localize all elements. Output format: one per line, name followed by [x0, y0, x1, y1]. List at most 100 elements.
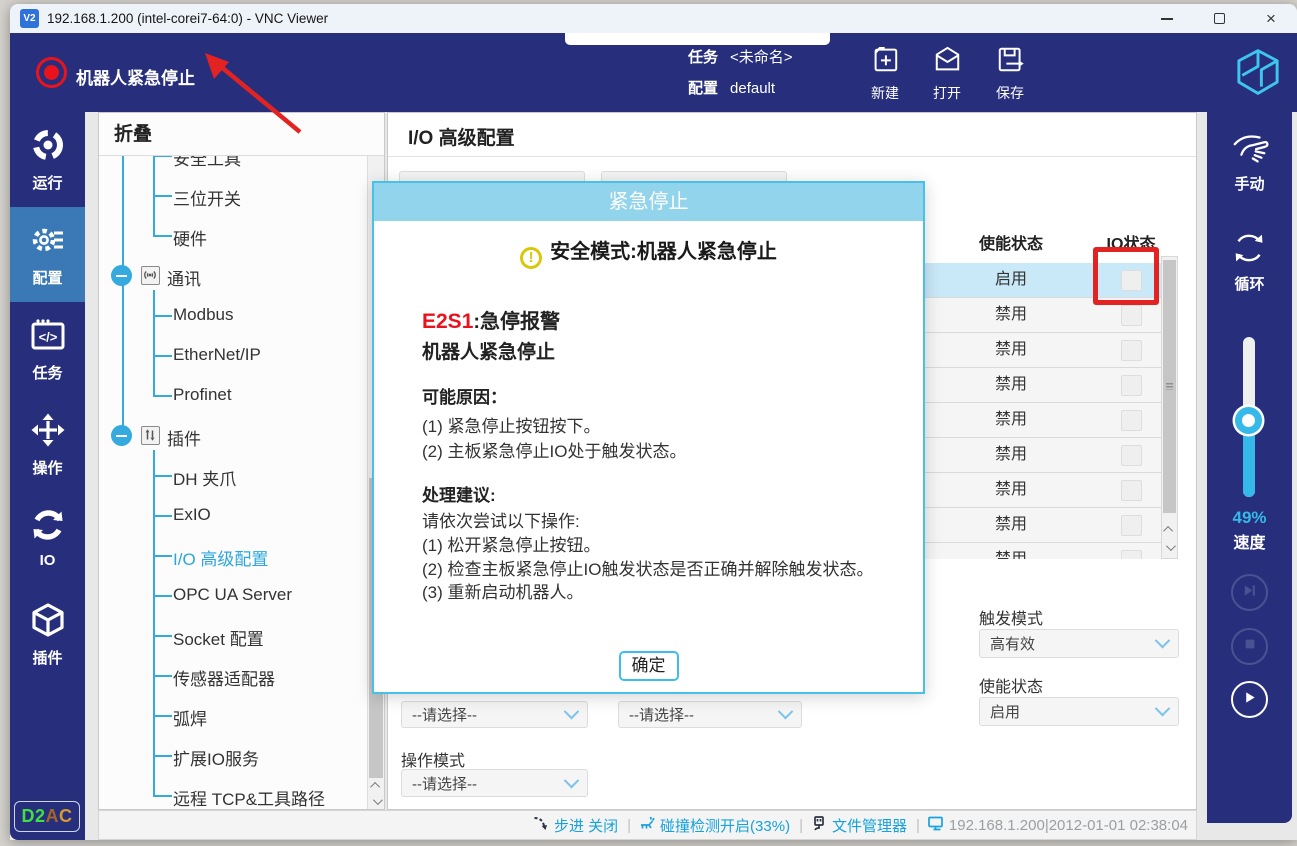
scroll-down-button[interactable]: [368, 793, 384, 809]
task-label: 任务: [688, 49, 718, 66]
minimize-button[interactable]: [1141, 4, 1193, 33]
tree-item-5[interactable]: EtherNet/IP: [99, 336, 366, 376]
io-state-cell: [1101, 263, 1161, 298]
speed-percentage: 49%: [1207, 508, 1292, 528]
io-state-cell: [1101, 508, 1161, 543]
scroll-down-button[interactable]: [1162, 539, 1177, 555]
io-state-checkbox[interactable]: [1121, 340, 1142, 361]
io-state-checkbox[interactable]: [1121, 550, 1142, 559]
collapse-all-button[interactable]: 折叠: [99, 113, 384, 156]
io-state-checkbox[interactable]: [1121, 480, 1142, 501]
collapse-node-icon[interactable]: [111, 265, 132, 286]
dialog-title: 紧急停止: [374, 183, 923, 221]
enable-state-value: 启用: [921, 263, 1101, 297]
io-state-checkbox[interactable]: [1121, 410, 1142, 431]
file-manager-button[interactable]: 文件管理器: [810, 814, 907, 836]
tree-item-label: Modbus: [173, 305, 233, 325]
io-state-cell: [1101, 543, 1161, 559]
trigger-mode-select[interactable]: 高有效: [979, 629, 1179, 658]
open-button[interactable]: 打开: [918, 43, 976, 103]
tree-item-7[interactable]: 插件: [99, 416, 366, 456]
collapse-node-icon[interactable]: [111, 425, 132, 446]
left-nav-sidebar: 运行 配置 </> 任务 操作 IO 插件 D2AC: [10, 112, 85, 840]
tree-item-label: 远程 TCP&工具路径: [173, 785, 325, 810]
tree-item-1[interactable]: 三位开关: [99, 176, 366, 216]
cycle-mode-button[interactable]: 循环: [1207, 230, 1292, 294]
io-state-cell: [1101, 473, 1161, 508]
tree-item-10[interactable]: I/O 高级配置: [99, 536, 366, 576]
sidebar-item-config[interactable]: 配置: [10, 207, 85, 302]
table-scrollbar[interactable]: [1161, 256, 1178, 559]
d2ac-badge[interactable]: D2AC: [14, 801, 80, 832]
operation-mode-select[interactable]: --请选择--: [401, 769, 588, 797]
tree-item-14[interactable]: 弧焊: [99, 696, 366, 736]
separator: |: [916, 817, 920, 834]
ok-button[interactable]: 确定: [619, 651, 679, 681]
robot-app: 机器人紧急停止 任务<未命名> 配置default 新建 打开 保存: [10, 33, 1297, 840]
warning-icon: !: [520, 247, 542, 269]
collision-robot-icon: [638, 814, 660, 836]
advice-item: (2) 检查主板紧急停止IO触发状态是否正确并解除触发状态。: [422, 555, 873, 580]
new-file-icon: [869, 63, 902, 80]
estop-indicator-icon: [36, 57, 67, 88]
tree-item-15[interactable]: 扩展IO服务: [99, 736, 366, 776]
sidebar-item-io[interactable]: IO: [10, 492, 85, 587]
collision-detection-status[interactable]: 碰撞检测开启(33%): [638, 814, 790, 836]
sidebar-item-plugin[interactable]: 插件: [10, 587, 85, 682]
tree-item-13[interactable]: 传感器适配器: [99, 656, 366, 696]
scroll-up-button[interactable]: [1162, 521, 1177, 537]
tree-item-16[interactable]: 远程 TCP&工具路径: [99, 776, 366, 810]
enable-state-value: 禁用: [921, 333, 1101, 367]
tree-item-9[interactable]: ExIO: [99, 496, 366, 536]
open-envelope-icon: [931, 63, 964, 80]
select-placeholder-1[interactable]: --请选择--: [401, 701, 588, 728]
select-placeholder-2[interactable]: --请选择--: [618, 701, 802, 728]
play-button[interactable]: [1231, 681, 1268, 718]
badge-text: C: [59, 806, 73, 826]
scroll-up-button[interactable]: [368, 777, 384, 793]
tree-item-2[interactable]: 硬件: [99, 216, 366, 256]
column-header-enable: 使能状态: [921, 230, 1101, 254]
step-mode-status[interactable]: 步进 关闭: [532, 814, 618, 836]
page-title: I/O 高级配置: [408, 123, 515, 150]
operation-mode-label: 操作模式: [401, 747, 465, 771]
io-state-checkbox[interactable]: [1121, 305, 1142, 326]
enable-state-label: 使能状态: [979, 673, 1043, 697]
titlebar: V2 192.168.1.200 (intel-corei7-64:0) - V…: [10, 4, 1297, 33]
tree-item-3[interactable]: 通讯: [99, 256, 366, 296]
vnc-toolbar-notch[interactable]: [565, 33, 830, 45]
slider-thumb[interactable]: [1235, 407, 1262, 434]
scrollbar-thumb[interactable]: [1163, 260, 1176, 513]
sidebar-item-task[interactable]: </> 任务: [10, 302, 85, 397]
cause-item: (1) 紧急停止按钮按下。: [422, 412, 601, 437]
speed-slider[interactable]: [1243, 337, 1255, 497]
tree-item-8[interactable]: DH 夹爪: [99, 456, 366, 496]
task-code-icon: </>: [30, 340, 66, 357]
enable-state-select[interactable]: 启用: [979, 697, 1179, 726]
io-state-checkbox[interactable]: [1121, 515, 1142, 536]
io-state-checkbox[interactable]: [1121, 445, 1142, 466]
io-state-checkbox[interactable]: [1121, 270, 1142, 291]
tree-item-11[interactable]: OPC UA Server: [99, 576, 366, 616]
maximize-button[interactable]: [1193, 4, 1245, 33]
settings-icon: [30, 245, 66, 262]
manual-mode-button[interactable]: 手动: [1207, 130, 1292, 194]
step-forward-button[interactable]: [1231, 574, 1268, 611]
play-icon: [1242, 690, 1257, 710]
close-button[interactable]: ×: [1245, 4, 1297, 33]
new-button[interactable]: 新建: [856, 43, 914, 103]
network-monitor-icon: [927, 814, 949, 836]
sidebar-item-operate[interactable]: 操作: [10, 397, 85, 492]
io-state-checkbox[interactable]: [1121, 375, 1142, 396]
tree-item-12[interactable]: Socket 配置: [99, 616, 366, 656]
sidebar-item-run[interactable]: 运行: [10, 112, 85, 207]
enable-state-value: 禁用: [921, 473, 1101, 507]
stop-button[interactable]: [1231, 628, 1268, 665]
tree-item-4[interactable]: Modbus: [99, 296, 366, 336]
tree-item-6[interactable]: Profinet: [99, 376, 366, 416]
save-button[interactable]: 保存: [981, 43, 1039, 103]
hand-icon: [1229, 153, 1271, 170]
enable-state-value: 禁用: [921, 298, 1101, 332]
right-control-sidebar: 手动 循环 49% 速度: [1207, 112, 1292, 823]
app-header: 机器人紧急停止 任务<未命名> 配置default 新建 打开 保存: [10, 33, 1297, 112]
